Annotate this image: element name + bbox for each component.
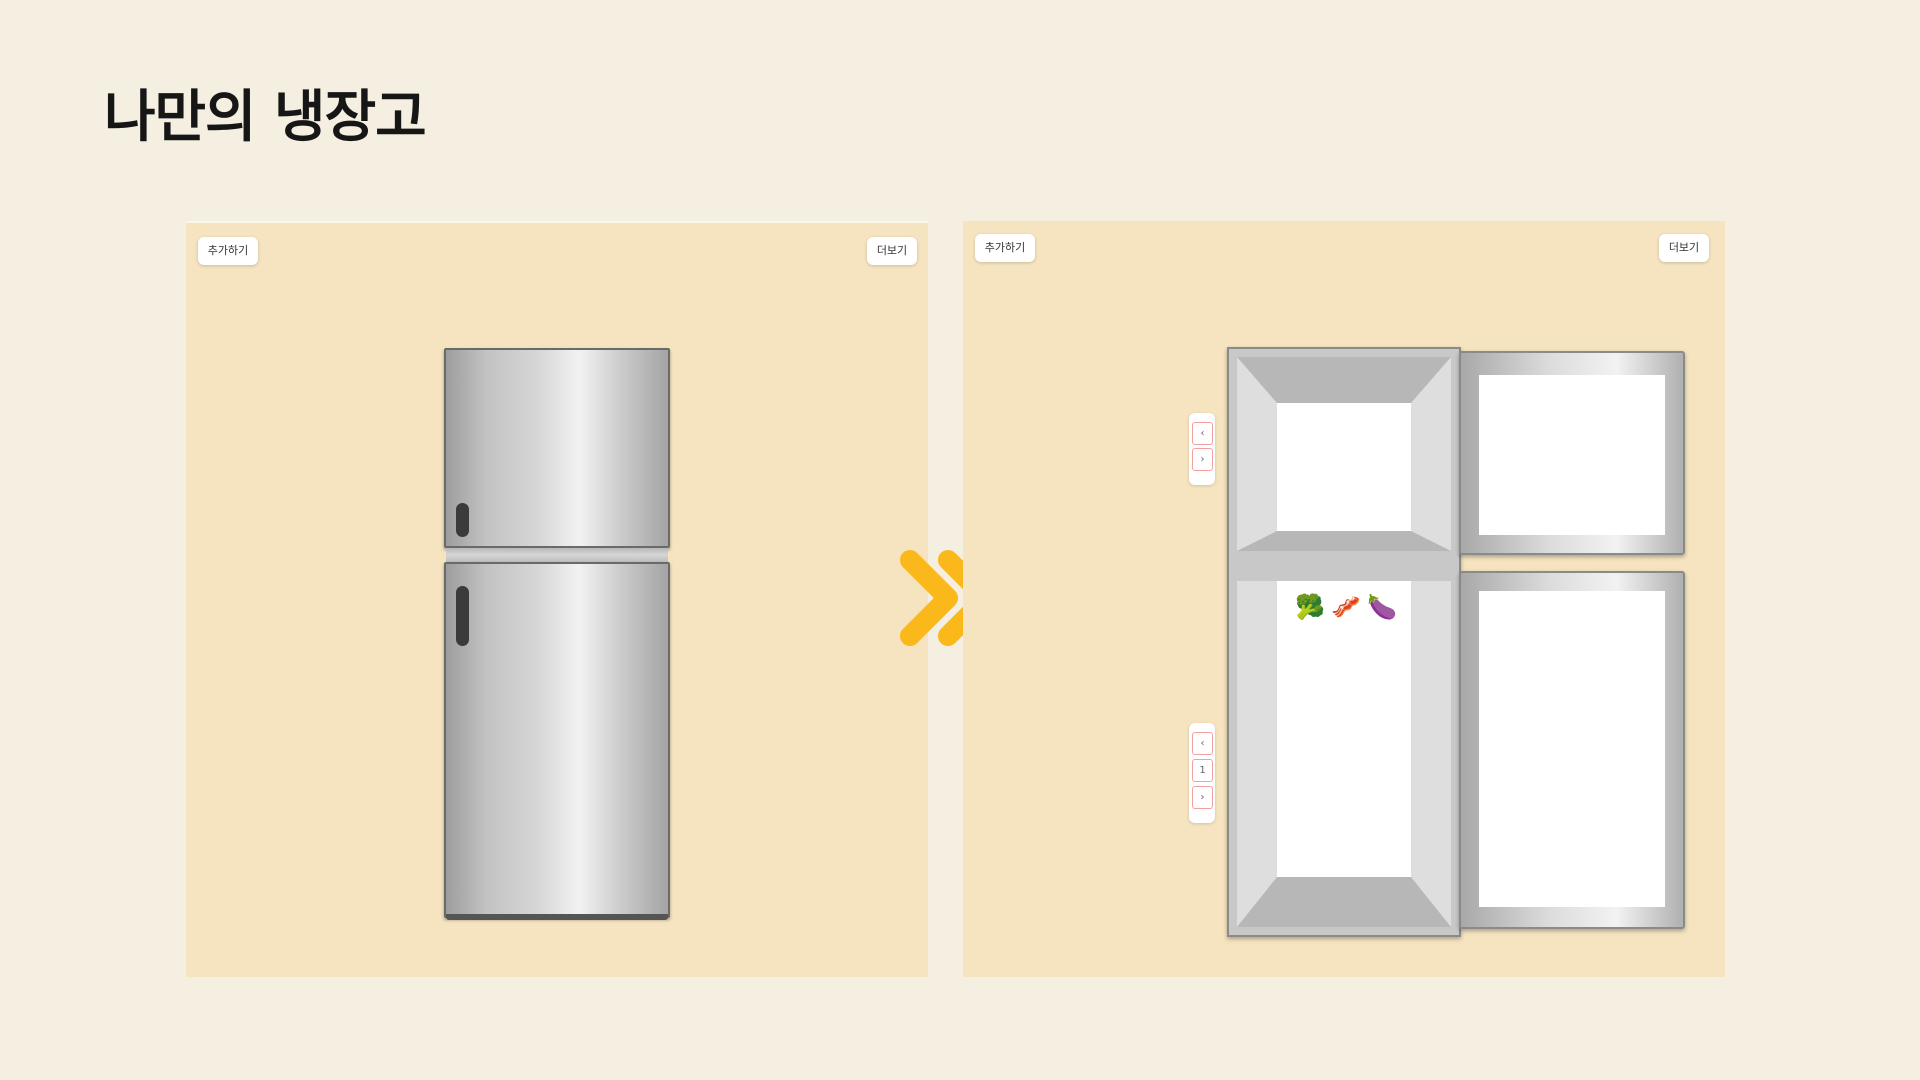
door-seam: [446, 548, 668, 562]
fridge-handle[interactable]: [456, 586, 469, 646]
food-item-broccoli[interactable]: 🥦: [1295, 593, 1325, 621]
fridge-door[interactable]: [444, 562, 670, 918]
fridge-pager: ‹ 1 ›: [1189, 723, 1215, 823]
fridge-prev-button[interactable]: ‹: [1192, 732, 1213, 755]
add-button[interactable]: 추가하기: [975, 234, 1035, 262]
fridge-door-inner: [1479, 591, 1665, 907]
fridge-next-button[interactable]: ›: [1192, 786, 1213, 809]
freezer-compartment[interactable]: [1237, 357, 1451, 551]
open-fridge-door[interactable]: [1459, 571, 1685, 929]
closed-fridge[interactable]: [444, 348, 670, 920]
page-title: 나만의 냉장고: [104, 85, 427, 150]
freezer-pager: ‹ ›: [1189, 413, 1215, 485]
freezer-door[interactable]: [444, 348, 670, 548]
more-button[interactable]: 더보기: [867, 237, 917, 265]
freezer-handle[interactable]: [456, 503, 469, 537]
food-item-bacon[interactable]: 🥓: [1331, 593, 1361, 621]
fridge-base: [446, 914, 668, 920]
fridge-page-number: 1: [1192, 759, 1213, 782]
more-button[interactable]: 더보기: [1659, 234, 1709, 262]
food-item-eggplant[interactable]: 🍆: [1367, 593, 1397, 621]
add-button[interactable]: 추가하기: [198, 237, 258, 265]
freezer-door-inner: [1479, 375, 1665, 535]
open-fridge-panel: 추가하기 더보기 ‹ › ‹ 1 › 🥦 🥓 🍆: [963, 221, 1725, 977]
freezer-shelf-area: [1277, 403, 1411, 531]
open-freezer-door[interactable]: [1459, 351, 1685, 555]
fridge-cabinet: 🥦 🥓 🍆: [1227, 347, 1461, 937]
fridge-compartment[interactable]: 🥦 🥓 🍆: [1237, 581, 1451, 927]
fridge-shelf-area: [1277, 581, 1411, 877]
closed-fridge-panel: 추가하기 더보기: [186, 221, 928, 977]
freezer-next-button[interactable]: ›: [1192, 448, 1213, 471]
freezer-prev-button[interactable]: ‹: [1192, 422, 1213, 445]
